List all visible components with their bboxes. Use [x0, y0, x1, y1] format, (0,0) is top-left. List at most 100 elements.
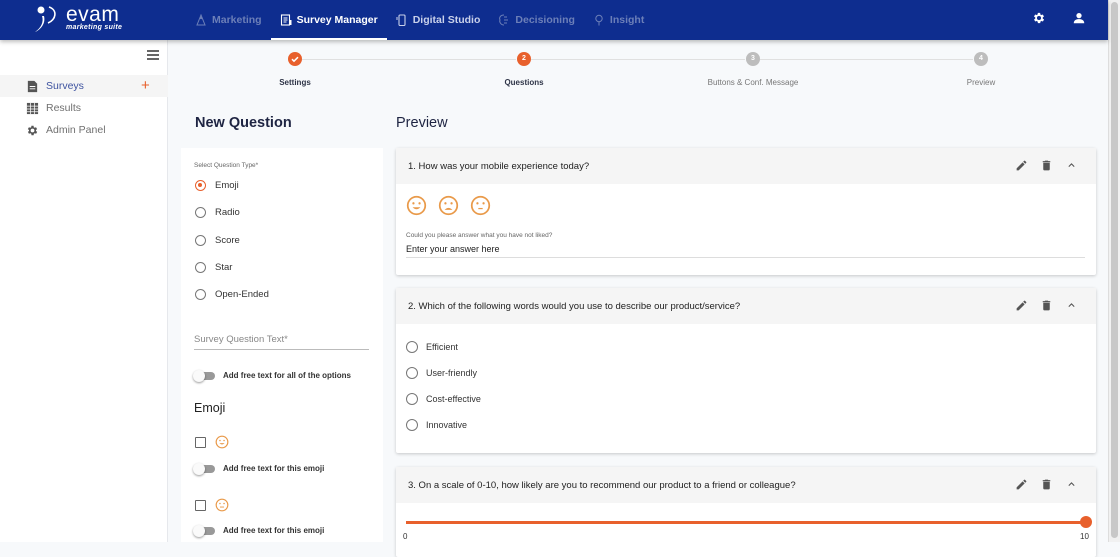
collapse-button[interactable] — [1065, 478, 1078, 491]
free-text-label: Could you please answer what you have no… — [406, 232, 553, 239]
step-number: 4 — [974, 52, 988, 66]
type-radio-radio[interactable]: Radio — [195, 207, 240, 218]
trash-icon — [1042, 160, 1051, 171]
radio-label: Score — [215, 235, 240, 246]
preview-question-card: 3. On a scale of 0-10, how likely are yo… — [396, 467, 1096, 557]
radio-icon — [195, 289, 206, 300]
option-label: User-friendly — [426, 368, 478, 378]
trash-icon — [1042, 300, 1051, 311]
type-radio-score[interactable]: Score — [195, 235, 240, 246]
add-survey-button[interactable]: + — [141, 77, 150, 94]
type-radio-star[interactable]: Star — [195, 262, 232, 273]
step-number: 2 — [517, 52, 531, 66]
gear-icon — [1033, 12, 1045, 24]
happy-face-icon[interactable] — [406, 195, 427, 216]
delete-button[interactable] — [1040, 478, 1053, 491]
brain-icon — [499, 14, 509, 26]
edit-button[interactable] — [1015, 159, 1028, 172]
emoji-free-text-toggle[interactable] — [193, 524, 215, 537]
free-text-all-toggle[interactable] — [193, 369, 215, 382]
radio-icon — [195, 262, 206, 273]
gear-icon — [27, 125, 38, 135]
sidebar: Surveys + Results Admin Panel — [0, 40, 168, 542]
question-actions — [1015, 299, 1078, 312]
new-question-title: New Question — [195, 115, 292, 131]
option-label: Innovative — [426, 420, 468, 430]
radio-option[interactable]: Cost-effective — [406, 393, 481, 405]
preview-question-card: 2. Which of the following words would yo… — [396, 288, 1096, 453]
sidebar-item-label: Surveys — [46, 80, 84, 92]
user-profile-button[interactable] — [1072, 11, 1088, 27]
main-nav: Marketing Survey Manager Digital Studio … — [186, 0, 653, 40]
nav-label: Decisioning — [515, 14, 575, 26]
step-preview[interactable]: 4 Preview — [921, 52, 1041, 87]
question-header[interactable]: 3. On a scale of 0-10, how likely are yo… — [396, 467, 1096, 503]
question-type-label: Select Question Type* — [194, 162, 259, 169]
edit-button[interactable] — [1015, 299, 1028, 312]
radio-icon — [406, 341, 418, 353]
delete-button[interactable] — [1040, 299, 1053, 312]
emoji-option-row — [195, 435, 229, 449]
edit-button[interactable] — [1015, 478, 1028, 491]
radio-option[interactable]: Innovative — [406, 419, 467, 431]
collapse-button[interactable] — [1065, 159, 1078, 172]
step-buttons-conf-message[interactable]: 3 Buttons & Conf. Message — [693, 52, 813, 87]
delete-button[interactable] — [1040, 159, 1053, 172]
answer-input[interactable]: Enter your answer here — [406, 244, 1085, 258]
option-label: Efficient — [426, 342, 458, 352]
nav-label: Insight — [609, 14, 645, 26]
sidebar-item-label: Results — [46, 102, 82, 114]
nav-label: Digital Studio — [412, 14, 481, 26]
sidebar-item-results[interactable]: Results — [0, 97, 168, 119]
preview-title: Preview — [396, 115, 448, 131]
settings-gear-button[interactable] — [1032, 11, 1048, 27]
sidebar-item-admin-panel[interactable]: Admin Panel — [0, 119, 168, 141]
emoji-checkbox[interactable] — [195, 499, 206, 511]
question-header[interactable]: 2. Which of the following words would yo… — [396, 288, 1096, 324]
toggle-label: Add free text for all of the options — [223, 371, 352, 380]
radio-icon — [406, 393, 418, 405]
question-text: 3. On a scale of 0-10, how likely are yo… — [408, 479, 796, 491]
neutral-face-icon[interactable] — [470, 195, 491, 216]
radio-option[interactable]: User-friendly — [406, 367, 477, 379]
scrollbar-thumb[interactable] — [1111, 2, 1118, 538]
question-header[interactable]: 1. How was your mobile experience today? — [396, 148, 1096, 184]
step-questions[interactable]: 2 Questions — [464, 52, 584, 87]
neutral-face-icon — [215, 498, 229, 512]
type-radio-emoji[interactable]: Emoji — [195, 180, 239, 191]
survey-question-text-input[interactable]: Survey Question Text* — [194, 334, 369, 350]
menu-toggle-button[interactable] — [147, 50, 159, 60]
nav-decisioning[interactable]: Decisioning — [489, 0, 584, 40]
check-icon — [288, 52, 302, 66]
step-settings[interactable]: Settings — [235, 52, 355, 87]
emoji-options — [406, 195, 491, 216]
bulb-icon — [595, 14, 603, 26]
score-slider-track[interactable] — [406, 521, 1086, 524]
nav-marketing[interactable]: Marketing — [186, 0, 271, 40]
nav-survey-manager[interactable]: Survey Manager — [270, 0, 387, 40]
step-number: 3 — [746, 52, 760, 66]
emoji-free-text-toggle[interactable] — [193, 462, 215, 475]
emoji-checkbox[interactable] — [195, 436, 206, 448]
type-radio-open-ended[interactable]: Open-Ended — [195, 289, 269, 300]
sidebar-item-surveys[interactable]: Surveys + — [0, 75, 168, 97]
question-actions — [1015, 478, 1078, 491]
radio-icon — [406, 367, 418, 379]
toggle-label: Add free text for this emoji — [223, 526, 325, 535]
sad-face-icon[interactable] — [438, 195, 459, 216]
emoji-free-text-row: Add free text for this emoji — [193, 524, 325, 537]
sidebar-item-label: Admin Panel — [46, 124, 106, 136]
nav-digital-studio[interactable]: Digital Studio — [387, 0, 490, 40]
emoji-free-text-row: Add free text for this emoji — [193, 462, 324, 475]
radio-icon — [406, 419, 418, 431]
step-label: Questions — [504, 78, 544, 87]
radio-option[interactable]: Efficient — [406, 341, 458, 353]
collapse-button[interactable] — [1065, 299, 1078, 312]
radio-icon — [195, 235, 206, 246]
nav-label: Marketing — [212, 14, 262, 26]
nav-insight[interactable]: Insight — [584, 0, 653, 40]
radio-label: Star — [215, 262, 233, 273]
score-slider-thumb[interactable] — [1080, 516, 1092, 528]
page-scrollbar[interactable] — [1108, 0, 1120, 542]
evam-logo[interactable]: evam marketing suite — [32, 3, 132, 34]
